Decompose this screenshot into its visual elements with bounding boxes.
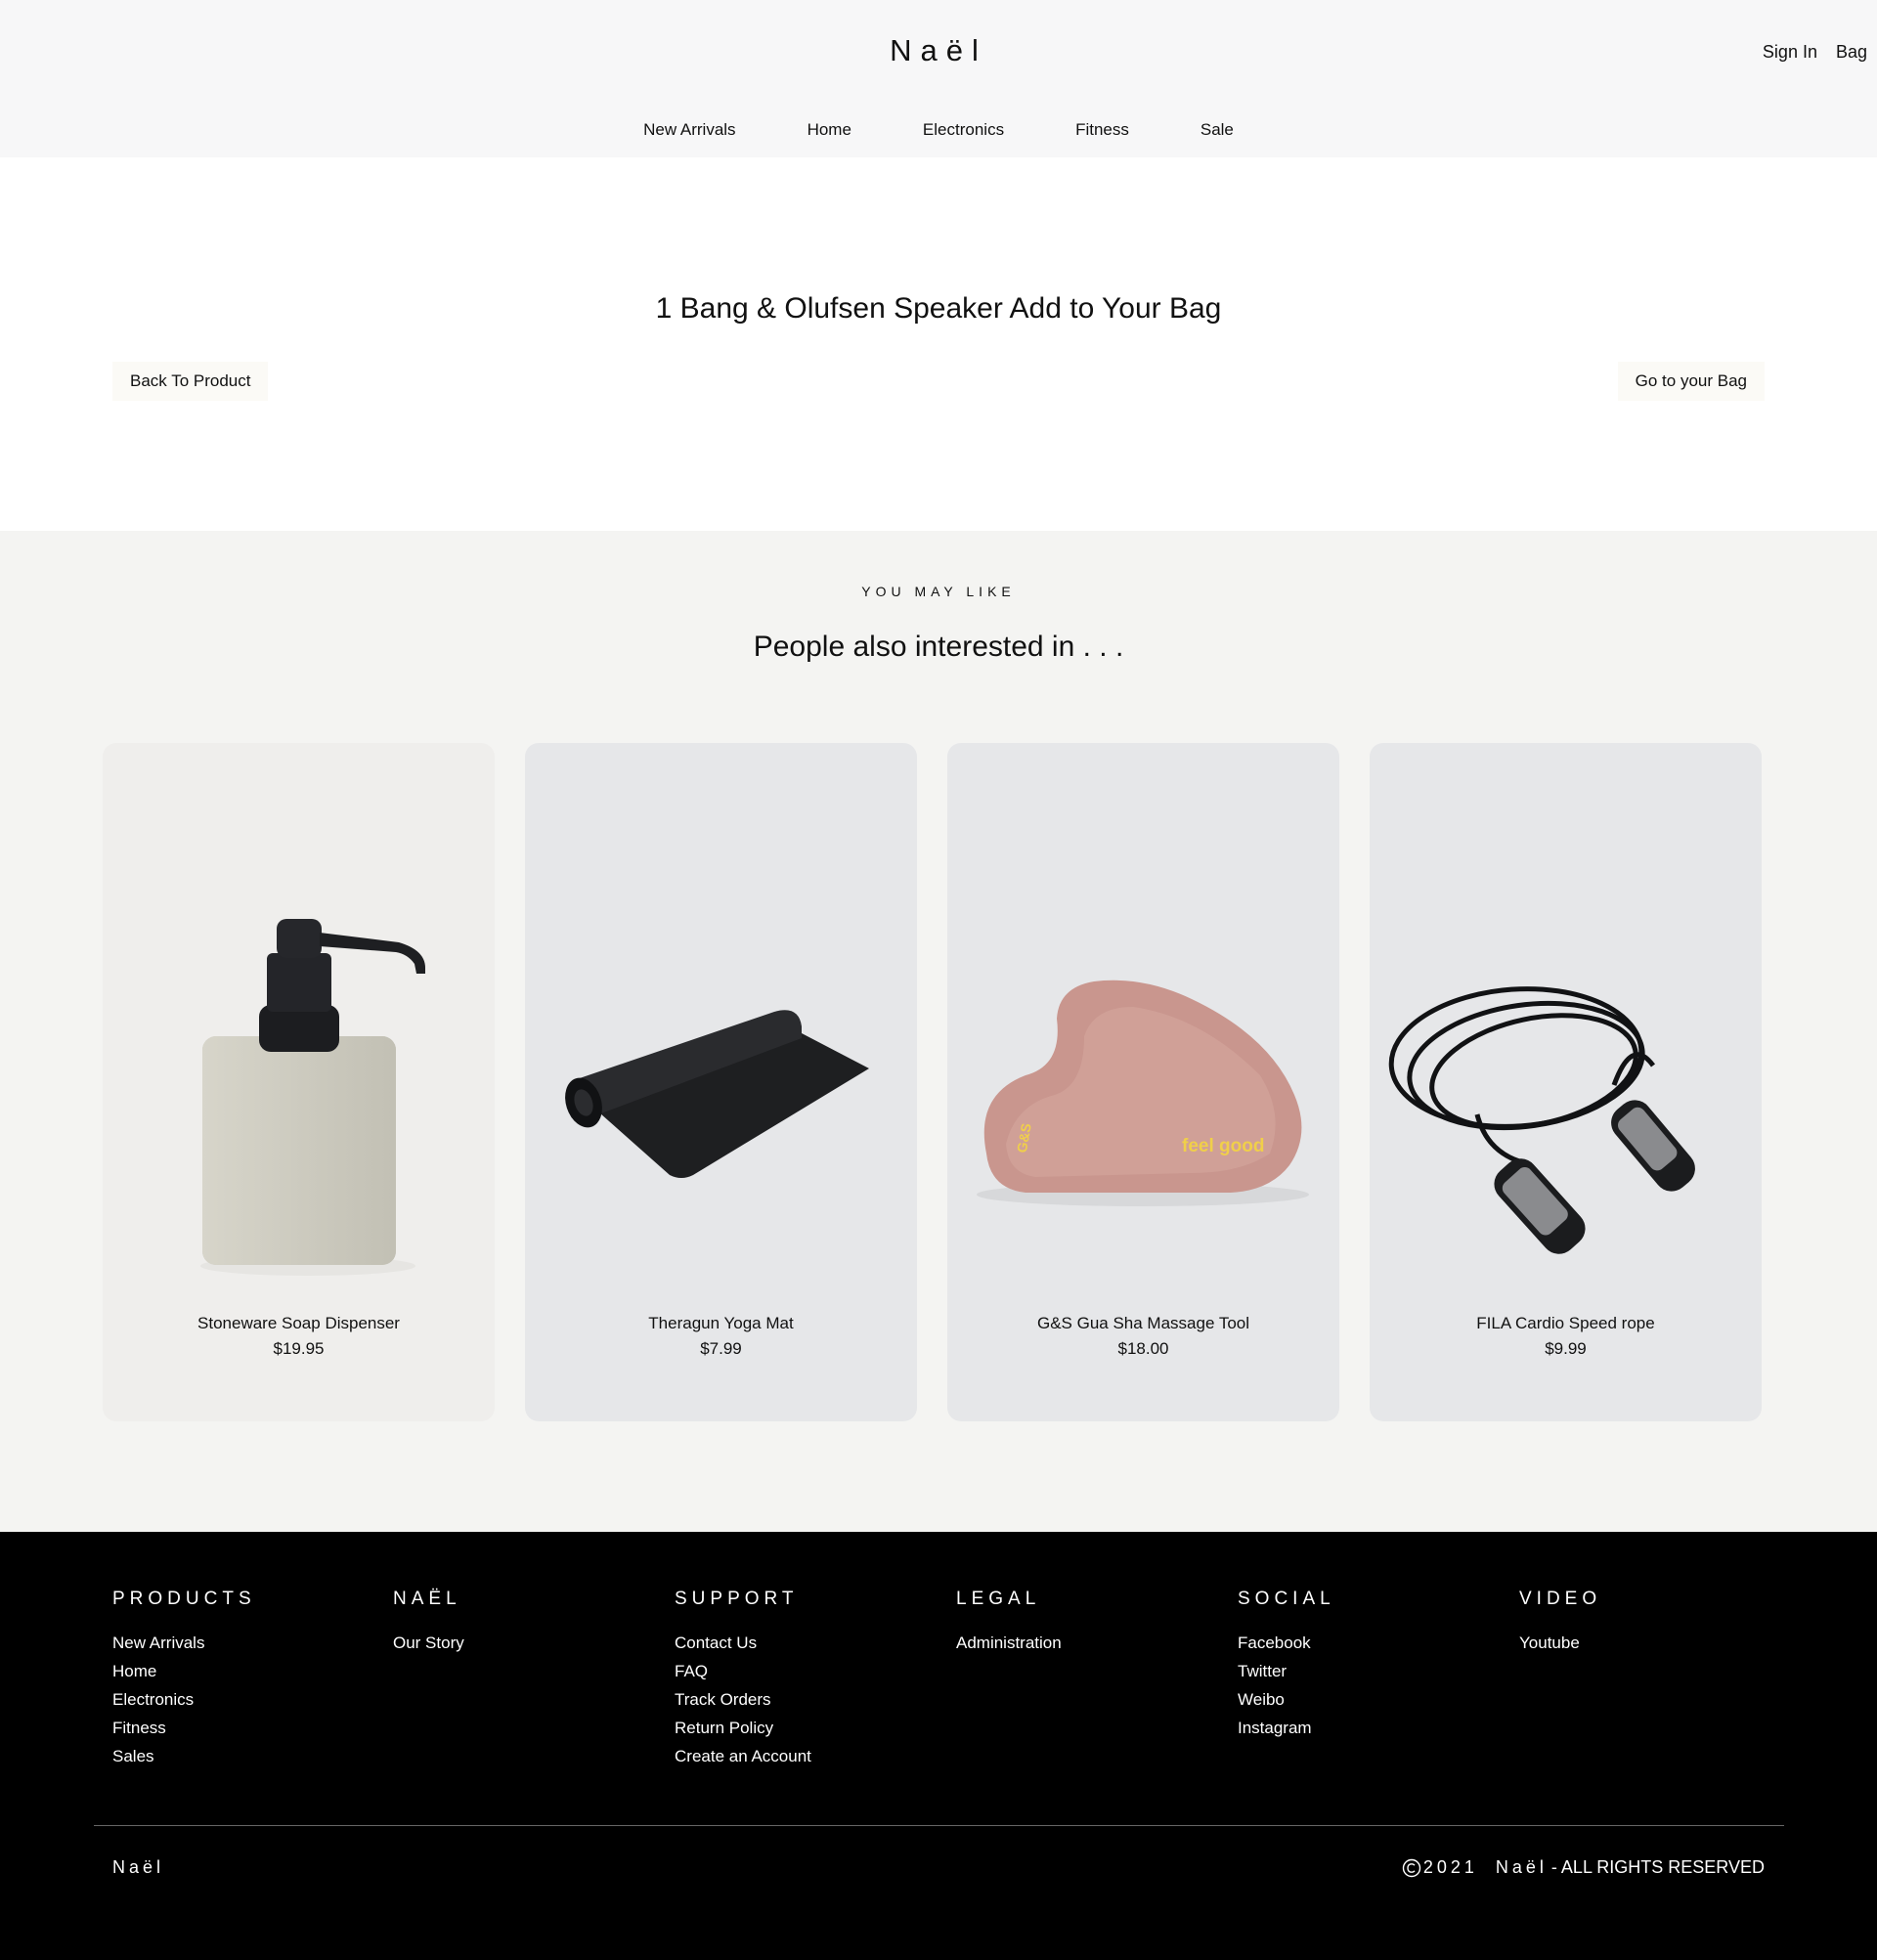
footer-heading: PRODUCTS <box>112 1589 256 1609</box>
footer-column-products: PRODUCTS New Arrivals Home Electronics F… <box>112 1589 256 1770</box>
gua-sha-image: feel good G&S <box>977 980 1309 1206</box>
footer-link-fitness[interactable]: Fitness <box>112 1714 256 1742</box>
product-price: $9.99 <box>1545 1339 1587 1358</box>
site-logo[interactable]: Naël <box>0 33 1877 68</box>
footer-column-support: SUPPORT Contact Us FAQ Track Orders Retu… <box>675 1589 811 1770</box>
sign-in-link[interactable]: Sign In <box>1763 42 1817 63</box>
footer-link-new-arrivals[interactable]: New Arrivals <box>112 1629 256 1657</box>
svg-text:feel good: feel good <box>1182 1136 1264 1156</box>
footer-link-sales[interactable]: Sales <box>112 1742 256 1770</box>
site-header: Naël Sign In Bag New Arrivals Home Elect… <box>0 0 1877 157</box>
footer-link-home[interactable]: Home <box>112 1657 256 1685</box>
footer-link-return-policy[interactable]: Return Policy <box>675 1714 811 1742</box>
footer-heading: SUPPORT <box>675 1589 799 1609</box>
product-name: Theragun Yoga Mat <box>648 1314 794 1332</box>
speed-rope-image <box>1388 986 1695 1254</box>
footer-link-create-account[interactable]: Create an Account <box>675 1742 811 1770</box>
nav-item-fitness[interactable]: Fitness <box>1075 120 1129 140</box>
back-to-product-button[interactable]: Back To Product <box>112 362 269 401</box>
footer-link-contact-us[interactable]: Contact Us <box>675 1629 811 1657</box>
nav-item-sale[interactable]: Sale <box>1200 120 1234 140</box>
main-nav: New Arrivals Home Electronics Fitness Sa… <box>0 120 1877 140</box>
footer-divider <box>94 1825 1784 1826</box>
footer-link-track-orders[interactable]: Track Orders <box>675 1685 811 1714</box>
product-price: $19.95 <box>273 1339 325 1358</box>
footer-heading: LEGAL <box>956 1589 1041 1609</box>
nav-item-new-arrivals[interactable]: New Arrivals <box>643 120 735 140</box>
product-card-yoga-mat[interactable]: Theragun Yoga Mat $7.99 <box>525 743 917 1421</box>
footer-link-instagram[interactable]: Instagram <box>1238 1714 1335 1742</box>
footer-column-nael: NAËL Our Story <box>393 1589 464 1657</box>
footer-link-facebook[interactable]: Facebook <box>1238 1629 1335 1657</box>
copyright-text: - ALL RIGHTS RESERVED <box>1550 1857 1765 1877</box>
footer-link-our-story[interactable]: Our Story <box>393 1629 464 1657</box>
footer-heading: NAËL <box>393 1589 461 1609</box>
copyright-icon <box>1402 1858 1421 1877</box>
recommendations-section: YOU MAY LIKE People also interested in .… <box>0 531 1877 1532</box>
added-to-bag-section: 1 Bang & Olufsen Speaker Add to Your Bag… <box>0 157 1877 531</box>
nav-item-home[interactable]: Home <box>808 120 851 140</box>
recommendations-eyebrow: YOU MAY LIKE <box>861 584 1016 599</box>
product-name: FILA Cardio Speed rope <box>1476 1314 1655 1332</box>
header-actions: Sign In Bag <box>1763 42 1867 63</box>
product-card-soap-dispenser[interactable]: Stoneware Soap Dispenser $19.95 <box>103 743 495 1421</box>
site-footer: PRODUCTS New Arrivals Home Electronics F… <box>0 1532 1877 1960</box>
footer-column-legal: LEGAL Administration <box>956 1589 1062 1657</box>
copyright: 2021 Naël - ALL RIGHTS RESERVED <box>1402 1857 1765 1878</box>
product-card-gua-sha[interactable]: feel good G&S G&S Gua Sha Massage Tool $… <box>947 743 1339 1421</box>
footer-column-social: SOCIAL Facebook Twitter Weibo Instagram <box>1238 1589 1335 1742</box>
product-name: Stoneware Soap Dispenser <box>197 1314 400 1332</box>
copyright-year: 2021 <box>1422 1857 1478 1877</box>
footer-link-faq[interactable]: FAQ <box>675 1657 811 1685</box>
nav-item-electronics[interactable]: Electronics <box>923 120 1004 140</box>
footer-brand[interactable]: Naël <box>112 1857 164 1878</box>
footer-link-youtube[interactable]: Youtube <box>1519 1629 1601 1657</box>
footer-link-twitter[interactable]: Twitter <box>1238 1657 1335 1685</box>
footer-link-weibo[interactable]: Weibo <box>1238 1685 1335 1714</box>
footer-link-electronics[interactable]: Electronics <box>112 1685 256 1714</box>
footer-heading: VIDEO <box>1519 1589 1602 1609</box>
product-price: $18.00 <box>1117 1339 1169 1358</box>
recommendations-title: People also interested in . . . <box>753 631 1124 663</box>
go-to-bag-button[interactable]: Go to your Bag <box>1617 362 1765 401</box>
product-card-speed-rope[interactable]: FILA Cardio Speed rope $9.99 <box>1370 743 1762 1421</box>
added-to-bag-title: 1 Bang & Olufsen Speaker Add to Your Bag <box>655 292 1222 325</box>
footer-column-video: VIDEO Youtube <box>1519 1589 1601 1657</box>
product-name: G&S Gua Sha Massage Tool <box>1036 1314 1250 1332</box>
footer-heading: SOCIAL <box>1238 1589 1335 1609</box>
bag-link[interactable]: Bag <box>1836 42 1867 63</box>
footer-link-administration[interactable]: Administration <box>956 1629 1062 1657</box>
copyright-brand: Naël <box>1495 1857 1548 1877</box>
yoga-mat-image <box>565 1010 869 1178</box>
product-price: $7.99 <box>700 1339 742 1358</box>
soap-dispenser-image <box>200 919 425 1276</box>
copyright-year-group: 2021 <box>1402 1857 1478 1878</box>
